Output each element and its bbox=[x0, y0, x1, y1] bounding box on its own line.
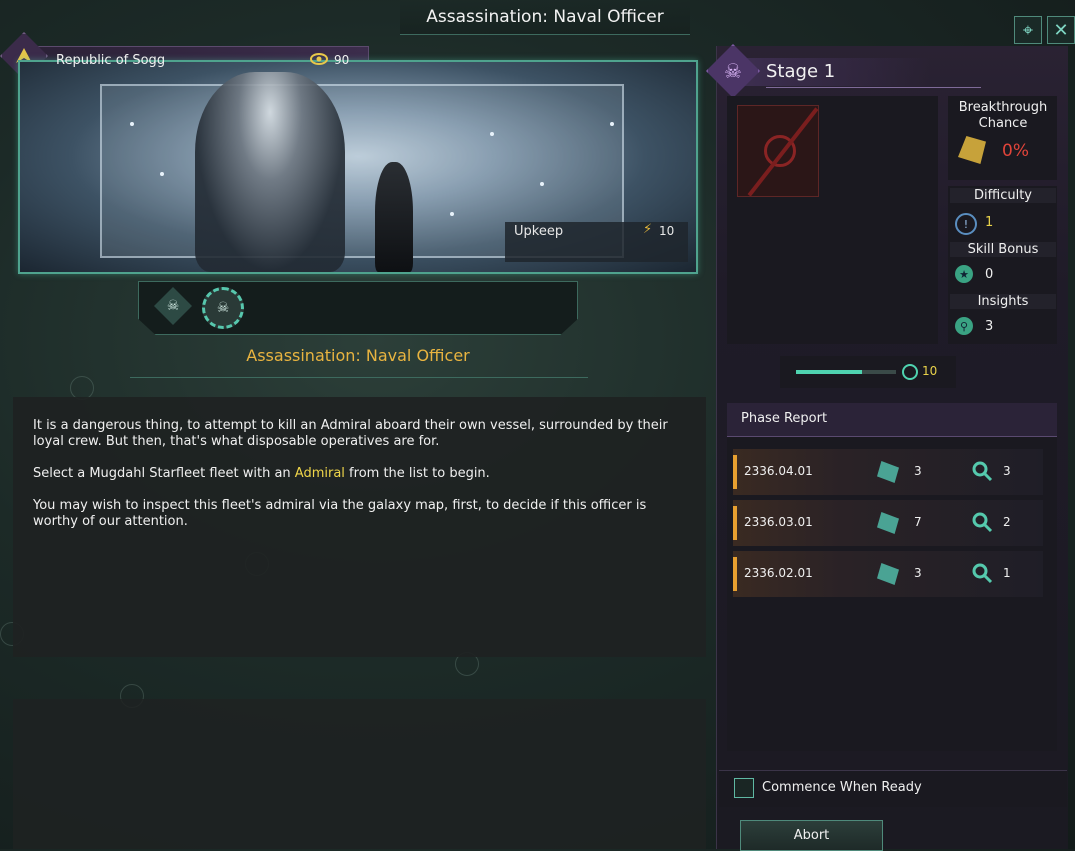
energy-bolt-icon: ⚡ bbox=[643, 222, 653, 237]
description-text: from the list to begin. bbox=[344, 466, 490, 481]
infiltration-gem-icon bbox=[877, 563, 899, 585]
divider bbox=[766, 87, 981, 88]
infiltration-gem-icon bbox=[877, 512, 899, 534]
description-paragraph: You may wish to inspect this fleet's adm… bbox=[33, 498, 647, 529]
star-dot bbox=[490, 132, 494, 136]
progress-fill bbox=[796, 370, 862, 374]
intel-value: 90 bbox=[334, 53, 350, 67]
abort-button[interactable]: Abort bbox=[740, 820, 883, 851]
skill-bonus-label: Skill Bonus bbox=[950, 242, 1056, 257]
description-paragraph: It is a dangerous thing, to attempt to k… bbox=[33, 418, 668, 449]
report-date: 2336.04.01 bbox=[744, 464, 813, 478]
report-insights-value: 3 bbox=[1003, 464, 1011, 478]
report-row: 2336.04.01 3 3 bbox=[733, 449, 1043, 495]
breakthrough-value: 0% bbox=[1002, 141, 1029, 161]
report-infiltration-value: 3 bbox=[914, 464, 922, 478]
star-dot bbox=[610, 122, 614, 126]
eye-icon bbox=[310, 53, 328, 65]
magnifier-icon: ⚲ bbox=[955, 317, 973, 335]
admiral-link[interactable]: Admiral bbox=[295, 466, 345, 481]
star-dot bbox=[130, 122, 134, 126]
report-row: 2336.03.01 7 2 bbox=[733, 500, 1043, 546]
report-infiltration-value: 7 bbox=[914, 515, 922, 529]
star-icon: ★ bbox=[955, 265, 973, 283]
breakthrough-label: Breakthrough Chance bbox=[958, 100, 1048, 131]
upkeep-label: Upkeep bbox=[514, 224, 564, 239]
no-target-icon[interactable] bbox=[737, 105, 819, 197]
phase-report-title: Phase Report bbox=[741, 411, 828, 426]
difficulty-label: Difficulty bbox=[950, 188, 1056, 203]
star-dot bbox=[540, 182, 544, 186]
commence-checkbox[interactable] bbox=[734, 778, 754, 798]
infiltration-icon bbox=[902, 364, 918, 380]
description-paragraph: Select a Mugdahl Starfleet fleet with an… bbox=[33, 466, 693, 482]
report-insights-value: 1 bbox=[1003, 566, 1011, 580]
description-text: Select a Mugdahl Starfleet fleet with an bbox=[33, 466, 295, 481]
progress-value: 10 bbox=[922, 364, 938, 378]
difficulty-value: 1 bbox=[985, 215, 994, 230]
upkeep-value: 10 bbox=[659, 224, 675, 238]
empire-name: Republic of Sogg bbox=[56, 53, 166, 68]
stage-label: Stage 1 bbox=[766, 61, 836, 82]
naval-officer-figure bbox=[195, 72, 345, 272]
skull-phase-active-icon[interactable]: ☠ bbox=[202, 287, 244, 329]
commence-label[interactable]: Commence When Ready bbox=[762, 780, 922, 795]
insights-label: Insights bbox=[950, 294, 1056, 309]
divider bbox=[130, 377, 588, 378]
magnifier-icon bbox=[972, 563, 993, 584]
window-title: Assassination: Naval Officer bbox=[400, 0, 690, 35]
insights-value: 3 bbox=[985, 319, 994, 334]
difficulty-icon: ! bbox=[955, 213, 977, 235]
report-date: 2336.03.01 bbox=[744, 515, 813, 529]
magnifier-icon bbox=[972, 512, 993, 533]
operation-subtitle: Assassination: Naval Officer bbox=[246, 346, 470, 365]
report-infiltration-value: 3 bbox=[914, 566, 922, 580]
operative-silhouette bbox=[375, 162, 413, 272]
report-insights-value: 2 bbox=[1003, 515, 1011, 529]
magnifier-icon bbox=[972, 461, 993, 482]
camera-target-icon[interactable]: ⌖ bbox=[1014, 16, 1042, 44]
fleet-list-panel[interactable] bbox=[13, 699, 706, 849]
operation-description: It is a dangerous thing, to attempt to k… bbox=[33, 418, 693, 546]
star-dot bbox=[160, 172, 164, 176]
report-date: 2336.02.01 bbox=[744, 566, 813, 580]
report-row: 2336.02.01 3 1 bbox=[733, 551, 1043, 597]
skill-bonus-value: 0 bbox=[985, 267, 994, 282]
star-dot bbox=[450, 212, 454, 216]
close-icon[interactable]: ✕ bbox=[1047, 16, 1075, 44]
infiltration-gem-icon bbox=[877, 461, 899, 483]
